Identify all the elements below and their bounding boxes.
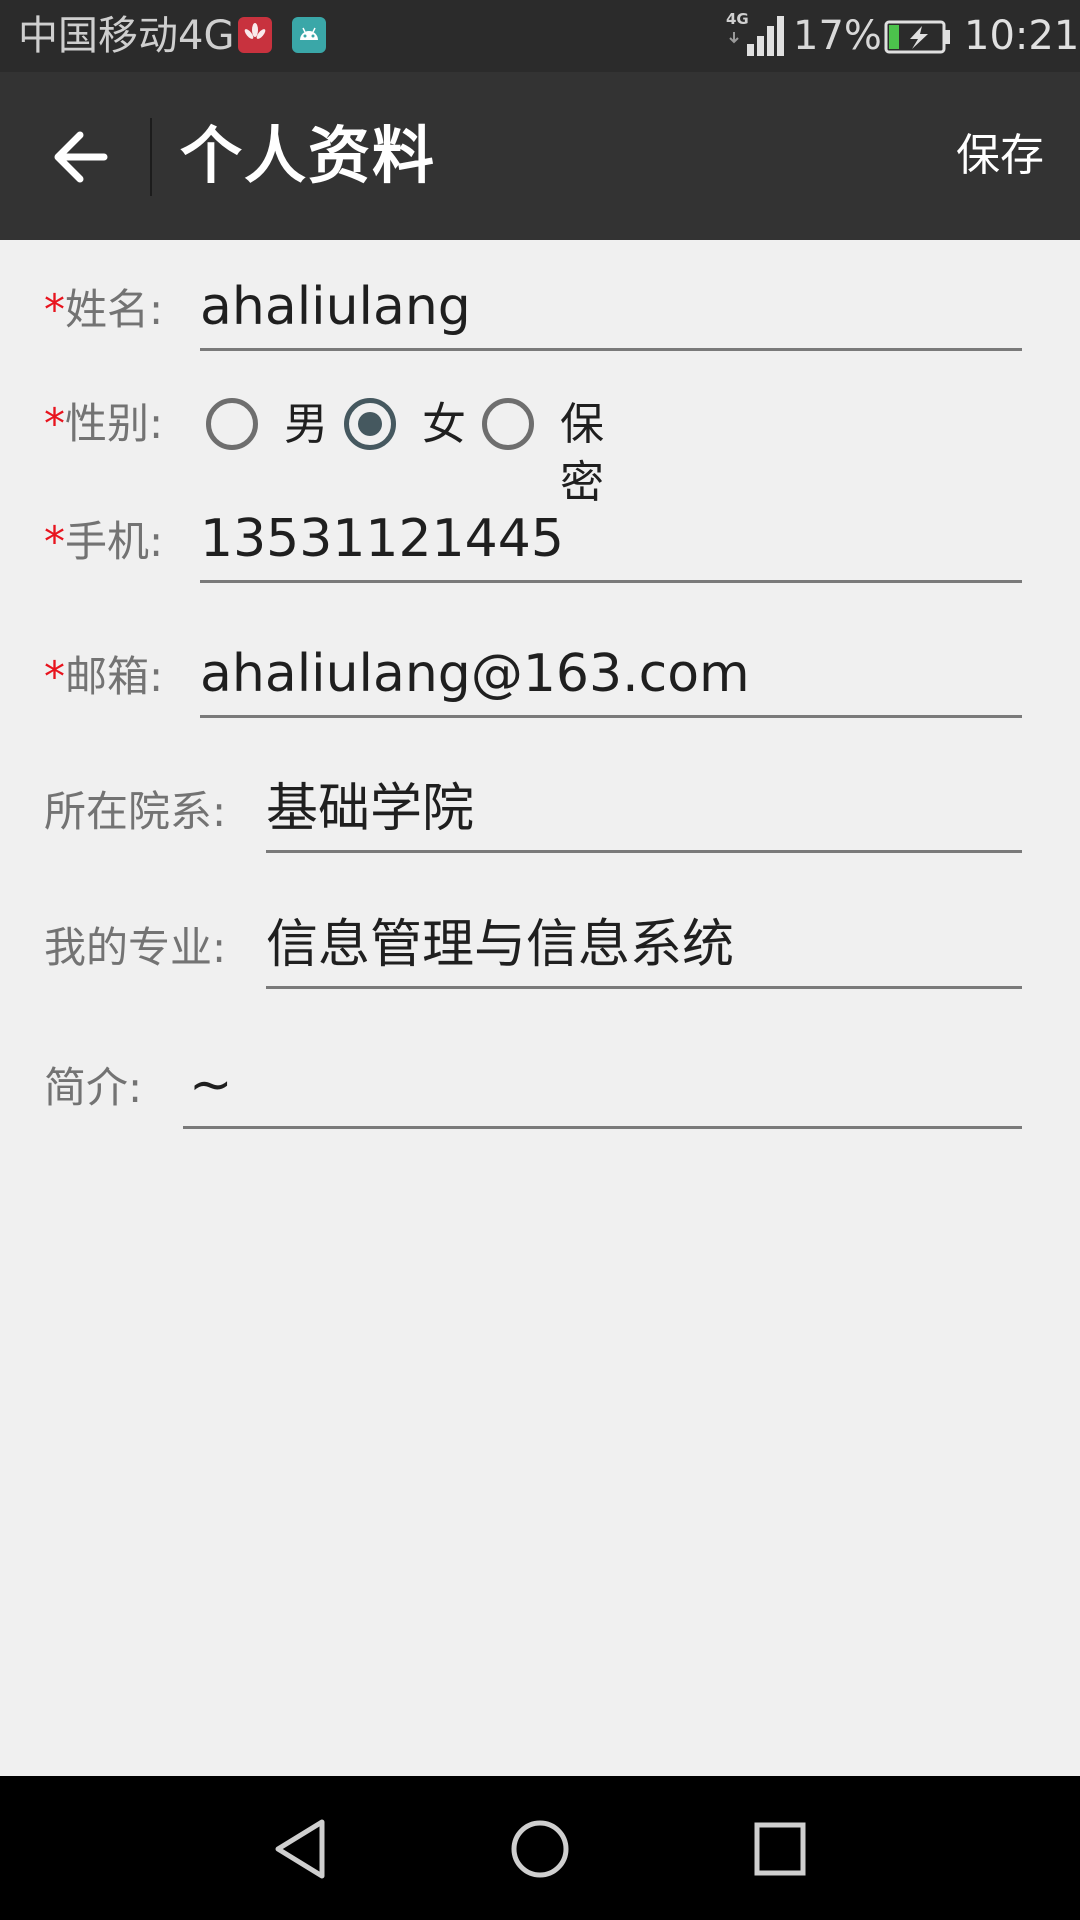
name-value: ahaliulang: [200, 277, 471, 337]
email-field[interactable]: ahaliulang@163.com: [200, 639, 1022, 718]
phone-label: *手机:: [44, 517, 164, 566]
back-triangle-icon: [275, 1819, 325, 1879]
phone-value: 13531121445: [200, 509, 564, 569]
bio-field[interactable]: ~: [183, 1050, 1022, 1129]
name-field[interactable]: ahaliulang: [200, 272, 1022, 351]
nav-back-button[interactable]: [270, 1816, 334, 1886]
required-mark: *: [44, 399, 65, 448]
email-label: *邮箱:: [44, 652, 164, 701]
gender-option-secret[interactable]: 保密: [560, 396, 604, 512]
back-button[interactable]: [48, 122, 120, 192]
gender-radio-male[interactable]: [206, 398, 258, 450]
name-label: *姓名:: [44, 285, 164, 334]
save-button[interactable]: 保存: [956, 128, 1044, 184]
email-value: ahaliulang@163.com: [200, 644, 750, 704]
gender-radio-secret[interactable]: [482, 398, 534, 450]
battery-percent: 17%: [793, 13, 882, 59]
nav-home-button[interactable]: [508, 1816, 572, 1886]
status-bar: 中国移动4G 4G 17% 10:21: [0, 0, 1080, 72]
signal-icon: 4G: [726, 10, 788, 64]
gender-label: *性别:: [44, 399, 164, 448]
arrow-left-icon: [54, 131, 108, 183]
department-label: 所在院系:: [44, 787, 227, 836]
network-type-label: 4G: [726, 10, 749, 28]
bio-value: ~: [189, 1055, 233, 1115]
nav-recents-button[interactable]: [748, 1816, 812, 1886]
toolbar: 个人资料 保存: [0, 72, 1080, 240]
department-field[interactable]: 基础学院: [266, 774, 1022, 853]
major-label: 我的专业:: [44, 923, 227, 972]
department-value: 基础学院: [266, 779, 475, 839]
required-mark: *: [44, 517, 65, 566]
phone-field[interactable]: 13531121445: [200, 504, 1022, 583]
battery-charging-icon: [884, 20, 952, 58]
major-value: 信息管理与信息系统: [266, 915, 735, 975]
bio-label: 简介:: [44, 1063, 143, 1112]
navigation-bar: [0, 1776, 1080, 1920]
gender-radio-female[interactable]: [344, 398, 396, 450]
android-app-icon: [292, 17, 326, 53]
gender-option-female[interactable]: 女: [422, 396, 466, 454]
toolbar-divider: [150, 118, 152, 196]
page-title: 个人资料: [180, 119, 437, 192]
carrier-label: 中国移动4G: [18, 13, 235, 59]
home-circle-icon: [511, 1820, 569, 1878]
huawei-app-icon: [238, 17, 272, 53]
major-field[interactable]: 信息管理与信息系统: [266, 910, 1022, 989]
clock: 10:21: [964, 13, 1080, 59]
required-mark: *: [44, 285, 65, 334]
recents-square-icon: [754, 1822, 806, 1876]
required-mark: *: [44, 652, 65, 701]
gender-option-male[interactable]: 男: [284, 396, 328, 454]
